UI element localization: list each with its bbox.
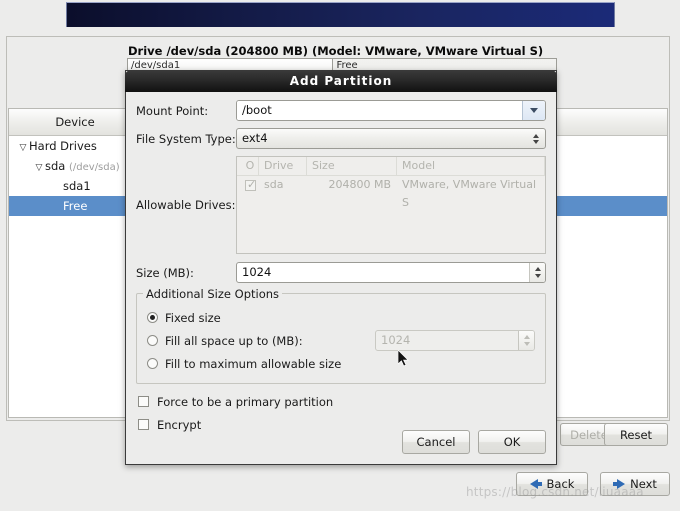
fill-all-space-spinner: 1024 — [375, 330, 535, 351]
checkbox-encrypt-label: Encrypt — [157, 417, 202, 432]
mount-point-dropdown-button[interactable] — [522, 101, 545, 120]
fill-all-space-field-wrap: 1024 — [375, 330, 535, 351]
dialog-body: Mount Point: /boot File System Type: ext… — [126, 92, 556, 463]
checkbox-force-primary[interactable]: Force to be a primary partition — [138, 390, 546, 413]
chevron-down-icon — [530, 108, 538, 113]
fs-type-value: ext4 — [242, 131, 268, 145]
allowable-drives-label: Allowable Drives: — [136, 198, 236, 212]
drive-checkbox: ✓ — [245, 177, 257, 191]
additional-size-options-legend: Additional Size Options — [143, 287, 283, 301]
mount-point-row: Mount Point: /boot — [136, 100, 546, 121]
radio-icon[interactable] — [147, 358, 158, 369]
radio-icon[interactable] — [147, 335, 158, 346]
size-input[interactable]: 1024 — [237, 263, 529, 282]
table-row: ✓ sda 204800 MB VMware, VMware Virtual S — [237, 176, 545, 209]
mount-point-input[interactable]: /boot — [237, 101, 522, 120]
arrow-left-icon — [529, 479, 542, 489]
allowable-drives-table: O Drive Size Model ✓ sda 204800 MB VMwar… — [236, 156, 546, 254]
chevron-up-icon[interactable] — [534, 267, 541, 271]
size-row: Size (MB): 1024 — [136, 262, 546, 283]
checkbox-icon[interactable] — [138, 419, 149, 430]
size-stepper-buttons[interactable] — [529, 263, 545, 282]
tree-row-label: sda — [45, 159, 66, 173]
column-header-size: Size — [307, 157, 397, 175]
column-header-select: O — [237, 157, 259, 175]
dialog-button-bar: Cancel OK — [402, 430, 546, 454]
drive-size-cell: 204800 MB — [328, 178, 391, 191]
radio-fill-all-space[interactable]: Fill all space up to (MB): 1024 — [147, 329, 535, 352]
mount-point-combobox[interactable]: /boot — [236, 100, 546, 121]
fs-type-label: File System Type: — [136, 131, 236, 146]
drive-name-cell: sda — [264, 178, 284, 191]
size-label: Size (MB): — [136, 265, 194, 280]
add-partition-dialog: Add Partition Mount Point: /boot File Sy… — [125, 70, 557, 465]
fill-all-space-stepper-buttons — [518, 331, 534, 350]
ok-button[interactable]: OK — [478, 430, 546, 454]
radio-fixed-size[interactable]: Fixed size — [147, 306, 535, 329]
tree-row-label: Free — [63, 199, 88, 213]
arrow-right-icon — [613, 479, 626, 489]
back-button[interactable]: Back — [516, 472, 588, 496]
fs-type-combobox[interactable]: ext4 — [236, 128, 546, 149]
chevron-up-icon — [533, 133, 539, 138]
allowable-drives-row: Allowable Drives: O Drive Size Model ✓ s… — [136, 156, 546, 254]
next-button[interactable]: Next — [600, 472, 670, 496]
tree-row-label: Hard Drives — [29, 139, 97, 153]
fill-all-space-input: 1024 — [381, 333, 411, 347]
radio-icon[interactable] — [147, 312, 158, 323]
installer-banner — [66, 2, 615, 27]
fs-type-stepper-icon[interactable] — [527, 129, 545, 148]
additional-size-options-group: Additional Size Options Fixed size Fill … — [136, 287, 546, 384]
radio-fill-all-space-label: Fill all space up to (MB): — [165, 333, 303, 348]
mount-point-label: Mount Point: — [136, 103, 209, 118]
back-button-label: Back — [546, 477, 575, 491]
chevron-down-icon[interactable] — [534, 274, 541, 278]
size-spinner[interactable]: 1024 — [236, 262, 546, 283]
chevron-down-icon — [523, 342, 530, 346]
column-header-drive: Drive — [259, 157, 307, 175]
tree-row-label: sda1 — [63, 179, 91, 193]
chevron-down-icon — [533, 139, 539, 144]
column-header-model: Model — [397, 157, 545, 175]
allowable-drives-header: O Drive Size Model — [237, 157, 545, 176]
chevron-up-icon — [523, 335, 530, 339]
radio-fill-maximum-label: Fill to maximum allowable size — [165, 356, 342, 371]
twisty-icon[interactable]: ▽ — [17, 138, 29, 158]
checkbox-icon[interactable] — [138, 396, 149, 407]
fs-type-row: File System Type: ext4 — [136, 128, 546, 149]
cancel-button[interactable]: Cancel — [402, 430, 470, 454]
next-button-label: Next — [630, 477, 657, 491]
tree-row-devpath: (/dev/sda) — [69, 162, 120, 173]
drive-heading: Drive /dev/sda (204800 MB) (Model: VMwar… — [128, 44, 544, 58]
drive-checkbox-cell: ✓ — [237, 176, 259, 194]
radio-fill-maximum[interactable]: Fill to maximum allowable size — [147, 352, 535, 375]
installer-screen: Drive /dev/sda (204800 MB) (Model: VMwar… — [0, 0, 680, 511]
radio-fixed-size-label: Fixed size — [165, 310, 221, 325]
twisty-icon[interactable]: ▽ — [33, 158, 45, 178]
checkbox-force-primary-label: Force to be a primary partition — [157, 394, 334, 409]
column-header-device[interactable]: Device — [9, 109, 142, 135]
check-icon: ✓ — [247, 177, 257, 191]
drive-model-cell: VMware, VMware Virtual S — [402, 178, 537, 209]
reset-button[interactable]: Reset — [604, 423, 668, 446]
dialog-titlebar: Add Partition — [125, 70, 557, 92]
